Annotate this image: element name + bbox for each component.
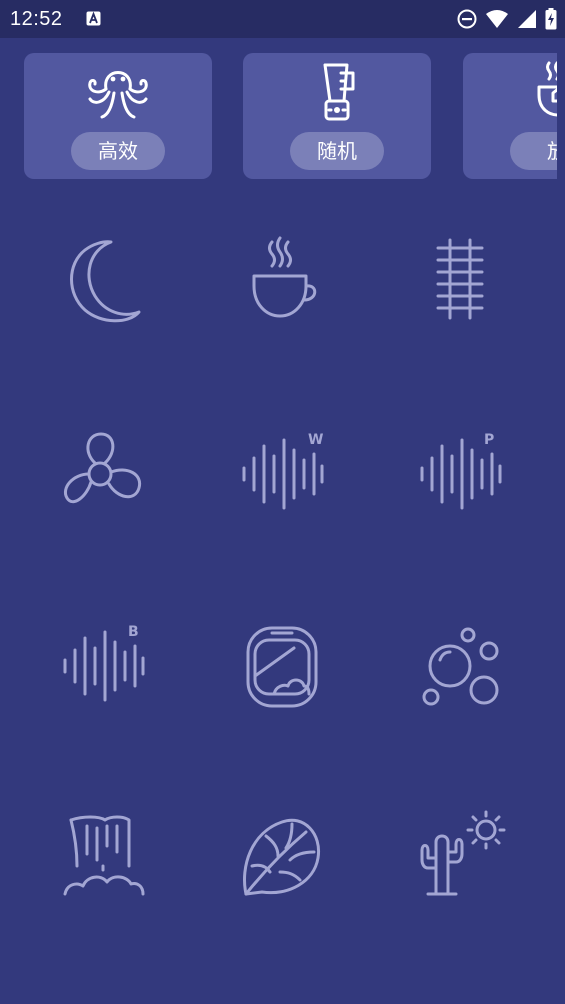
- mode-label-efficient: 高效: [71, 132, 165, 170]
- sound-tile-moon[interactable]: [43, 220, 163, 340]
- mode-label-random: 随机: [290, 132, 384, 170]
- mode-label-relax: 放: [510, 132, 557, 170]
- brown-noise-badge: B: [128, 624, 139, 640]
- status-icons: [457, 8, 557, 30]
- fan-icon: [64, 432, 142, 504]
- brown-noise-icon: B: [63, 624, 145, 702]
- sound-tile-bubbles[interactable]: [400, 604, 520, 724]
- pink-noise-icon: P: [420, 432, 502, 510]
- octopus-icon: [88, 71, 148, 119]
- airplane-window-icon: [246, 626, 318, 708]
- monstera-leaf-icon: [243, 818, 321, 896]
- sound-tile-cactus[interactable]: [400, 796, 520, 916]
- sound-tile-pink-noise[interactable]: P: [400, 412, 520, 532]
- sound-tile-fan[interactable]: [43, 412, 163, 532]
- tea-cup-icon: [537, 61, 557, 117]
- white-noise-badge: W: [308, 432, 323, 448]
- mode-card-random[interactable]: 随机: [243, 53, 431, 179]
- pink-noise-badge: P: [484, 432, 494, 448]
- wifi-icon: [486, 10, 508, 28]
- sound-tile-monstera[interactable]: [222, 796, 342, 916]
- do-not-disturb-icon: [457, 9, 477, 29]
- coffee-cup-icon: [252, 236, 317, 318]
- white-noise-icon: W: [242, 432, 324, 510]
- sound-tile-white-noise[interactable]: W: [222, 412, 342, 532]
- a-notification-icon: [86, 11, 101, 26]
- blender-icon: [323, 63, 355, 121]
- waterfall-icon: [63, 815, 145, 896]
- battery-charging-icon: [545, 8, 557, 30]
- mode-card-efficient[interactable]: 高效: [24, 53, 212, 179]
- mode-card-relax[interactable]: 放: [463, 53, 557, 179]
- sound-tile-airplane[interactable]: [222, 604, 342, 724]
- status-time: 12:52: [10, 8, 63, 30]
- sound-tile-railway[interactable]: [400, 220, 520, 340]
- bubbles-icon: [422, 627, 499, 706]
- cell-signal-icon: [518, 10, 536, 28]
- sound-tile-brown-noise[interactable]: B: [43, 604, 163, 724]
- railway-track-icon: [436, 238, 484, 320]
- status-bar: 12:52: [0, 0, 565, 38]
- cactus-sun-icon: [420, 810, 506, 896]
- mode-strip[interactable]: 高效 随机 放: [0, 38, 557, 188]
- moon-icon: [70, 240, 141, 323]
- sound-tile-waterfall[interactable]: [43, 796, 163, 916]
- sound-tile-coffee[interactable]: [222, 220, 342, 340]
